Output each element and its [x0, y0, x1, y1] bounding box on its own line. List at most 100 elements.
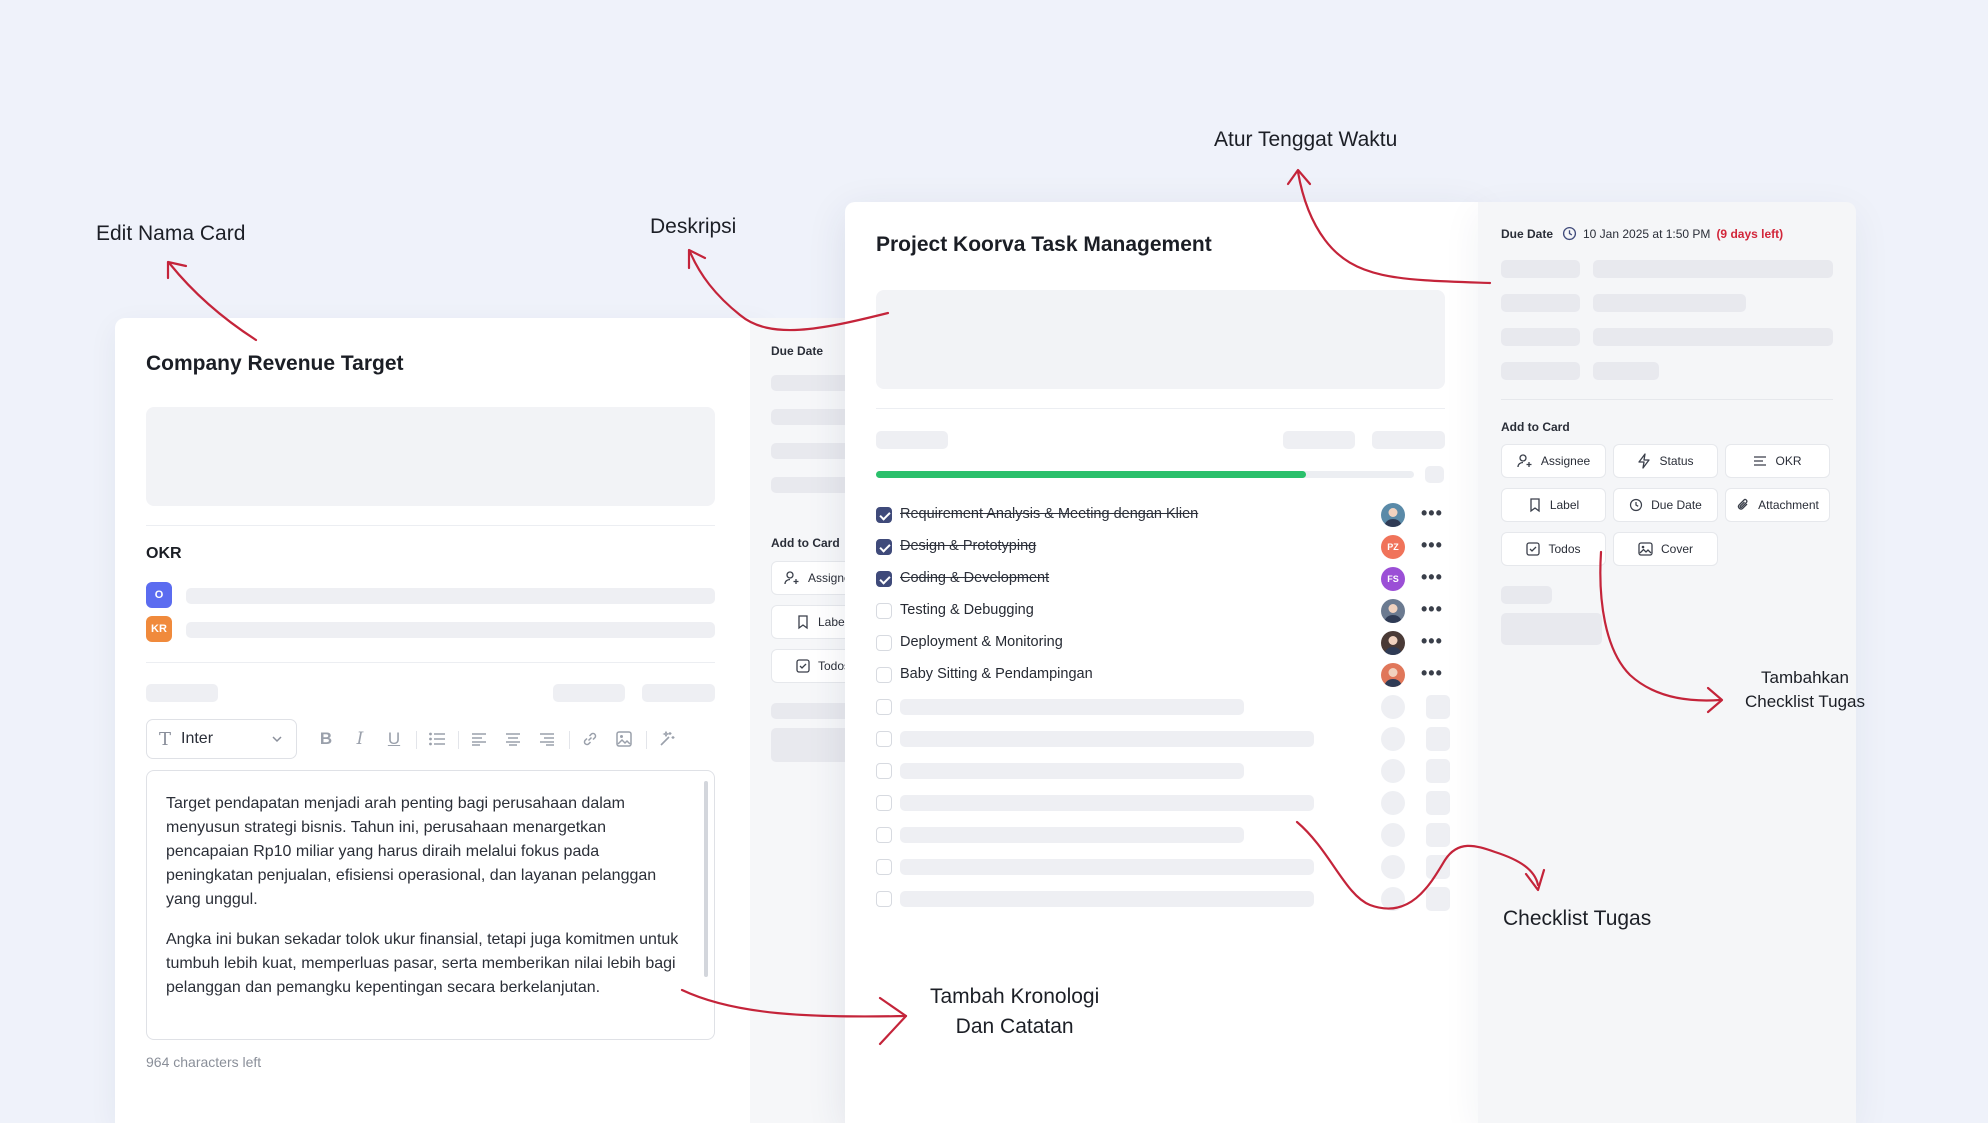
annotation-set-deadline: Atur Tenggat Waktu — [1214, 128, 1398, 151]
assignee-avatar[interactable] — [1381, 663, 1405, 687]
placeholder — [1593, 328, 1833, 346]
align-center-icon[interactable] — [501, 727, 525, 751]
okr-label: OKR — [1775, 454, 1802, 468]
divider — [1501, 399, 1833, 400]
card-title[interactable]: Company Revenue Target — [146, 352, 404, 376]
checklist-checkbox[interactable] — [876, 603, 892, 619]
italic-icon[interactable]: I — [348, 727, 372, 751]
placeholder — [1372, 431, 1445, 449]
lightning-icon — [1638, 453, 1651, 469]
placeholder — [1381, 855, 1405, 879]
placeholder — [1593, 294, 1746, 312]
editor-scrollbar[interactable] — [704, 781, 708, 977]
assignee-button[interactable]: Assignee — [1501, 444, 1606, 478]
card-company-revenue: Company Revenue Target OKR O KR T Inter … — [115, 318, 765, 1123]
more-options-icon[interactable]: ••• — [1421, 632, 1443, 650]
checklist-checkbox[interactable] — [876, 859, 892, 875]
checklist-checkbox[interactable] — [876, 667, 892, 683]
image-icon[interactable] — [612, 727, 636, 751]
checklist-item[interactable]: Testing & Debugging ••• — [876, 598, 1451, 624]
attachment-button[interactable]: Attachment — [1725, 488, 1830, 522]
todos-button[interactable]: Todos — [1501, 532, 1606, 566]
assignee-avatar[interactable]: FS — [1381, 567, 1405, 591]
cover-label: Cover — [1660, 542, 1693, 556]
link-icon[interactable] — [578, 727, 602, 751]
placeholder — [146, 684, 218, 702]
placeholder — [900, 731, 1314, 747]
label-label: Label — [1549, 498, 1580, 512]
status-button[interactable]: Status — [1613, 444, 1718, 478]
due-date-label: Due Date — [771, 344, 824, 358]
font-select[interactable]: T Inter — [146, 719, 297, 759]
checklist-item-label: Design & Prototyping — [900, 538, 1037, 554]
checklist-checkbox[interactable] — [876, 827, 892, 843]
due-date-value[interactable]: 10 Jan 2025 at 1:50 PM (9 days left) — [1562, 226, 1783, 241]
key-result-placeholder — [186, 622, 715, 638]
attachment-label: Attachment — [1758, 498, 1819, 512]
okr-button[interactable]: OKR — [1725, 444, 1830, 478]
bold-icon[interactable]: B — [314, 727, 338, 751]
placeholder — [1381, 695, 1405, 719]
placeholder — [642, 684, 715, 702]
assignee-avatar[interactable]: PZ — [1381, 535, 1405, 559]
checklist-item[interactable]: Coding & Development FS ••• — [876, 566, 1451, 592]
align-left-icon[interactable] — [467, 727, 491, 751]
checklist-checkbox[interactable] — [876, 539, 892, 555]
label-button[interactable]: Label — [1501, 488, 1606, 522]
image-icon — [1638, 542, 1653, 556]
checklist-item[interactable]: Design & Prototyping PZ ••• — [876, 534, 1451, 560]
placeholder — [1501, 328, 1580, 346]
annotation-task-checklist: Checklist Tugas — [1503, 907, 1652, 930]
placeholder — [553, 684, 625, 702]
checklist-checkbox[interactable] — [876, 699, 892, 715]
placeholder — [1381, 823, 1405, 847]
checklist-checkbox[interactable] — [876, 635, 892, 651]
user-add-icon — [784, 571, 799, 585]
annotation-line: Dan Catatan — [955, 1015, 1074, 1038]
placeholder — [1426, 695, 1450, 719]
placeholder — [1501, 294, 1580, 312]
description-editor[interactable]: Target pendapatan menjadi arah penting b… — [146, 770, 715, 1040]
editor-paragraph: Target pendapatan menjadi arah penting b… — [166, 795, 657, 908]
annotation-add-checklist: Tambahkan Checklist Tugas — [1745, 666, 1865, 714]
user-add-icon — [1517, 454, 1532, 468]
assignee-avatar[interactable] — [1381, 631, 1405, 655]
more-options-icon[interactable]: ••• — [1421, 600, 1443, 618]
checklist-checkbox[interactable] — [876, 571, 892, 587]
checklist-checkbox[interactable] — [876, 763, 892, 779]
checklist-checkbox[interactable] — [876, 795, 892, 811]
placeholder — [1425, 466, 1444, 483]
cover-button[interactable]: Cover — [1613, 532, 1718, 566]
checklist-checkbox[interactable] — [876, 891, 892, 907]
toolbar-separator — [416, 731, 417, 749]
checklist-item[interactable]: Requirement Analysis & Meeting dengan Kl… — [876, 502, 1451, 528]
checklist-placeholder-row — [876, 790, 1451, 816]
checklist-checkbox[interactable] — [876, 507, 892, 523]
checklist-checkbox[interactable] — [876, 731, 892, 747]
more-options-icon[interactable]: ••• — [1421, 504, 1443, 522]
more-options-icon[interactable]: ••• — [1421, 568, 1443, 586]
align-right-icon[interactable] — [535, 727, 559, 751]
underline-icon[interactable]: U — [382, 727, 406, 751]
checkbox-icon — [796, 659, 810, 673]
more-options-icon[interactable]: ••• — [1421, 664, 1443, 682]
annotation-edit-card-name: Edit Nama Card — [96, 222, 246, 245]
clock-icon — [1562, 226, 1577, 241]
due-date-button[interactable]: Due Date — [1613, 488, 1718, 522]
assignee-avatar[interactable] — [1381, 503, 1405, 527]
due-date-label: Due Date — [1501, 227, 1554, 241]
checklist-item[interactable]: Deployment & Monitoring ••• — [876, 630, 1451, 656]
card-title[interactable]: Project Koorva Task Management — [876, 233, 1212, 257]
description-placeholder[interactable] — [876, 290, 1445, 389]
placeholder — [1381, 887, 1405, 911]
placeholder — [1593, 260, 1833, 278]
more-options-icon[interactable]: ••• — [1421, 536, 1443, 554]
annotation-line: Tambahkan — [1761, 668, 1849, 687]
bullet-list-icon[interactable] — [425, 727, 449, 751]
description-placeholder[interactable] — [146, 407, 715, 506]
assignee-avatar[interactable] — [1381, 599, 1405, 623]
magic-wand-icon[interactable] — [655, 727, 679, 751]
annotation-line: Checklist Tugas — [1745, 692, 1865, 711]
todos-label: Todos — [1548, 542, 1581, 556]
checklist-item[interactable]: Baby Sitting & Pendampingan ••• — [876, 662, 1451, 688]
